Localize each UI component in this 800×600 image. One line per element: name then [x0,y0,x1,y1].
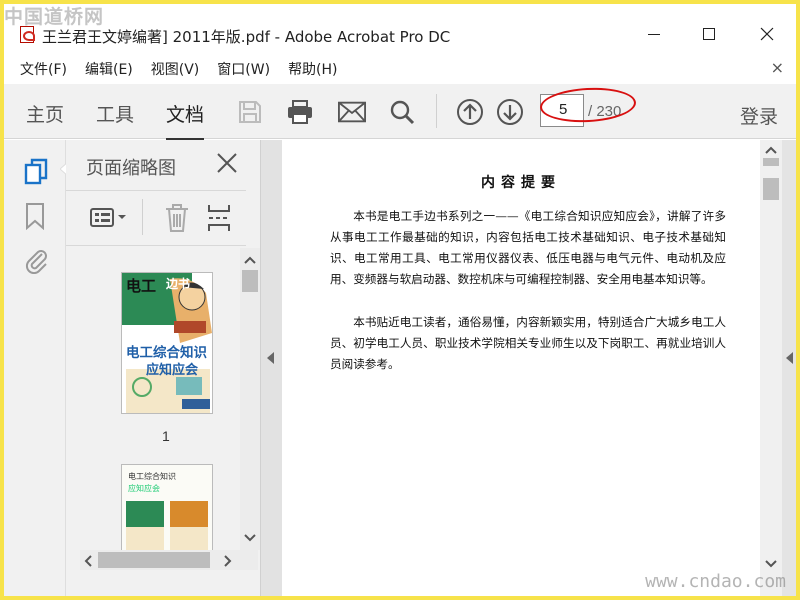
thumbnail-options-button[interactable] [90,207,128,233]
scroll-down-icon [765,560,777,568]
panel-splitter[interactable] [260,140,282,596]
document-paragraph: 本书贴近电工读者，通俗易懂，内容新颖实用，特别适合广大城乡电工人员、初学电工人员… [330,315,726,371]
document-vertical-scrollbar[interactable] [760,140,782,596]
cover-title: 电工综合知识 [126,345,207,361]
maximize-button[interactable] [686,20,732,48]
insert-page-button[interactable] [206,203,236,237]
trash-icon [166,204,188,232]
search-button[interactable] [388,98,416,126]
scroll-right-icon [224,555,232,567]
scrollbar-thumb[interactable] [242,270,258,292]
save-icon [239,101,261,123]
thumbnail-list[interactable]: 电工 边书 电工综合知识 应知应会 1 电工综合知识 应知应会 [66,248,240,550]
window-title: 王兰君王文婷编著] 2011年版.pdf - Adobe Acrobat Pro… [42,28,451,46]
arrow-down-circle-icon [497,99,523,125]
maximize-icon [703,28,715,40]
close-panel-button[interactable] [216,152,240,176]
scroll-up-icon [765,146,777,154]
page-thumbnail-1[interactable]: 电工 边书 电工综合知识 应知应会 [121,272,213,414]
scroll-up-icon [244,256,256,264]
bookmark-icon [26,203,44,231]
toolbar-separator [436,94,437,128]
menu-bar: 文件(F) 编辑(E) 视图(V) 窗口(W) 帮助(H) × [4,56,796,82]
thumbnail-page-label: 1 [162,428,170,444]
scrollbar-marker [763,158,779,166]
options-menu-icon [90,208,126,227]
document-paragraph: 本书是电工手边书系列之一——《电工综合知识应知应会》，讲解了许多从事电工工作最基… [330,209,726,286]
paperclip-icon [25,250,47,275]
scroll-down-icon [244,534,256,542]
right-panel-toggle[interactable] [782,140,796,596]
watermark-bottom-right: www.cndao.com [645,571,786,592]
cover-subtitle: 应知应会 [146,363,199,378]
login-button[interactable]: 登录 [740,102,778,129]
scrollbar-thumb[interactable] [98,552,210,568]
menu-edit[interactable]: 编辑(E) [85,59,133,79]
menu-view[interactable]: 视图(V) [151,59,200,79]
scroll-left-icon [84,555,92,567]
toolbar-separator [142,199,143,235]
cover-text-line: 电工综合知识 [128,472,176,481]
page-thumbnails-icon [24,158,48,185]
tab-tools[interactable]: 工具 [96,100,134,127]
navigation-rail [4,140,68,596]
page-thumbnails-button[interactable] [24,158,50,185]
menu-window[interactable]: 窗口(W) [217,59,270,79]
attachments-button[interactable] [24,246,50,275]
close-document-button[interactable]: × [771,58,784,77]
print-button[interactable] [286,98,314,126]
cover-text-line: 应知应会 [128,484,160,493]
title-bar: 王兰君王文婷编著] 2011年版.pdf - Adobe Acrobat Pro… [4,4,796,54]
page-total-count: / 230 [588,103,622,120]
previous-page-button[interactable] [456,98,484,126]
next-page-button[interactable] [496,98,524,126]
minimize-icon [648,33,660,35]
search-icon [390,100,415,125]
page-thumbnail-2[interactable]: 电工综合知识 应知应会 [121,464,213,550]
panel-title: 页面缩略图 [86,158,176,179]
close-icon [760,27,774,41]
cover-text-line: 边书 [166,277,191,291]
tab-document[interactable]: 文档 [166,100,205,141]
thumbnail-vertical-scrollbar[interactable] [240,248,260,550]
insert-page-icon [208,205,230,231]
toolbar: 主页 工具 文档 5 / 230 登录 [4,84,796,141]
save-button[interactable] [236,98,264,126]
bookmarks-button[interactable] [24,202,50,231]
menu-help[interactable]: 帮助(H) [288,59,337,79]
thumbnail-panel: 页面缩略图 电工 边书 电工综合知识 应知应会 1 电工综合知识 应知应会 [66,140,260,596]
arrow-up-circle-icon [457,99,483,125]
cover-text-line: 电工 [126,277,157,295]
email-button[interactable] [338,98,366,126]
watermark-top-left: 中国道桥网 [4,6,105,28]
app-window: 中国道桥网 www.cndao.com 王兰君王文婷编著] 2011年版.pdf… [4,4,796,596]
document-page[interactable]: 内容提要 本书是电工手边书系列之一——《电工综合知识应知应会》，讲解了许多从事电… [282,140,760,596]
minimize-button[interactable] [631,20,677,48]
scrollbar-thumb[interactable] [763,178,779,200]
document-heading: 内容提要 [481,175,561,191]
print-icon [288,100,312,124]
close-window-button[interactable] [744,20,790,48]
thumbnail-toolbar [66,190,246,246]
thumbnail-horizontal-scrollbar[interactable] [80,550,258,570]
close-icon [217,153,237,173]
page-number-input[interactable]: 5 [540,94,584,127]
delete-page-button[interactable] [164,203,190,237]
collapse-panel-icon[interactable] [267,352,275,364]
tab-home[interactable]: 主页 [26,100,64,127]
mini-cover-images [126,501,208,550]
email-icon [338,101,366,123]
menu-file[interactable]: 文件(F) [20,59,67,79]
expand-right-panel-icon [786,352,793,364]
